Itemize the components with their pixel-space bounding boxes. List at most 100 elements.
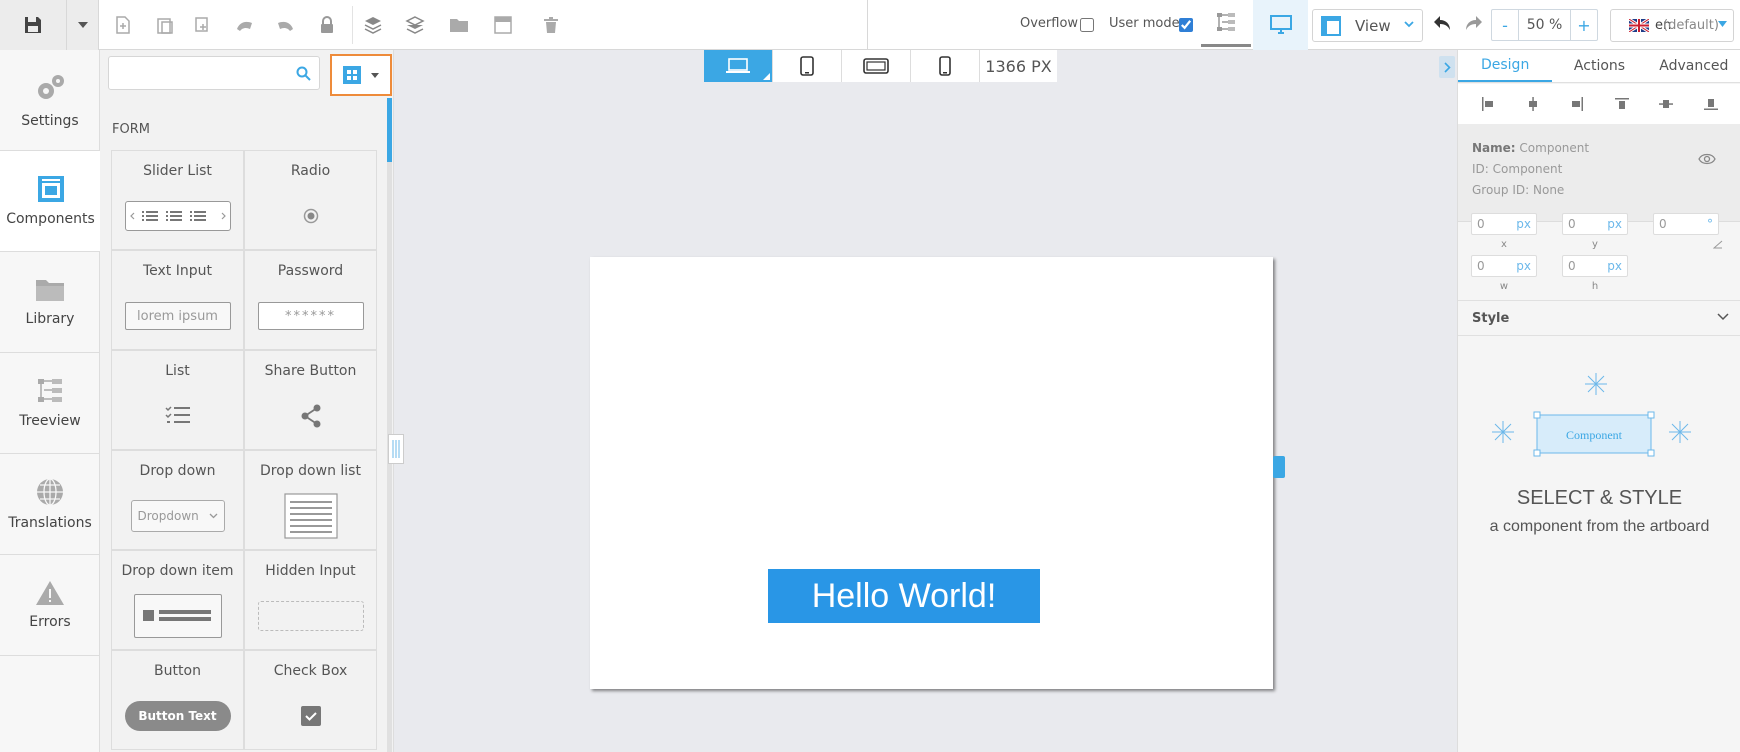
section-title: FORM [112,122,150,137]
globe-icon [37,478,63,506]
uk-flag-icon [1629,19,1649,32]
caret-down-icon [1718,21,1727,27]
nav-item-settings[interactable]: Settings [0,50,100,151]
tile-text-input[interactable]: Text Input lorem ipsum [111,250,244,350]
text-input-preview: lorem ipsum [124,302,231,330]
x-position-input[interactable]: 0 px [1471,213,1537,235]
tile-button[interactable]: Button Button Text [111,650,244,750]
tile-drop-down-list[interactable]: Drop down list [244,450,377,550]
device-bar: 1366 PX [704,50,1057,82]
width-input[interactable]: 0 px [1471,255,1537,277]
id-label: ID: [1472,162,1489,176]
x-unit: px [1516,217,1531,231]
search-icon[interactable] [296,66,311,81]
rotation-value: 0 [1659,217,1667,231]
style-section-header[interactable]: Style [1458,300,1740,336]
language-select[interactable]: en (default) [1610,9,1734,42]
h-unit: px [1607,259,1622,273]
artboard-resize-handle[interactable] [1273,456,1285,478]
tile-hidden-input[interactable]: Hidden Input [244,550,377,650]
zoom-in-button[interactable]: + [1571,10,1597,40]
grid-view-toggle[interactable] [330,54,392,96]
tree-structure-icon [1217,13,1235,31]
css-button[interactable] [488,0,518,50]
save-options-caret[interactable] [66,0,99,50]
view-mode-select[interactable]: View [1312,9,1423,42]
height-input[interactable]: 0 px [1562,255,1628,277]
grid-icon [343,66,361,84]
folder-arrow-icon [450,19,468,32]
redo-icon[interactable] [1464,14,1484,32]
component-search-input[interactable] [109,57,289,89]
tile-drop-down-item[interactable]: Drop down item [111,550,244,650]
usermode-checkbox[interactable] [1179,18,1193,32]
align-bottom-icon[interactable] [1703,97,1718,111]
paste-button[interactable] [150,0,180,50]
device-tablet-landscape-button[interactable] [842,50,911,82]
select-style-subtitle: a component from the artboard [1489,518,1710,535]
align-top-icon[interactable] [1614,97,1629,111]
undo-link-button[interactable] [230,0,260,50]
y-position-input[interactable]: 0 px [1562,213,1628,235]
zoom-out-button[interactable]: - [1492,10,1518,40]
new-page-button[interactable] [108,0,138,50]
hello-world-button[interactable]: Hello World! [768,569,1040,623]
panel-resize-handle[interactable] [388,434,404,464]
artboard[interactable]: Hello World! [590,257,1273,689]
chevron-down-icon [1404,21,1414,28]
tile-label: Drop down list [260,463,361,479]
visibility-eye-icon[interactable] [1698,153,1716,165]
lock-button[interactable] [312,0,342,50]
nav-item-library[interactable]: Library [0,252,100,353]
overflow-checkbox[interactable] [1080,18,1094,32]
treeview-toggle[interactable] [1201,0,1251,47]
align-middle-v-icon[interactable] [1659,97,1674,111]
folder-icon [36,280,64,301]
bring-forward-button[interactable] [358,0,388,50]
nav-item-translations[interactable]: Translations [0,454,100,555]
nav-item-errors[interactable]: Errors [0,555,100,656]
align-center-h-icon[interactable] [1526,97,1540,111]
delete-button[interactable] [536,0,566,50]
tile-drop-down[interactable]: Drop down Dropdown [111,450,244,550]
panel-scrollbar[interactable] [387,98,392,752]
zoom-value[interactable]: 50 % [1518,10,1571,40]
illustration-component-label: Component [1566,428,1623,442]
duplicate-button[interactable] [188,0,218,50]
align-left-icon[interactable] [1481,97,1495,111]
h-label: h [1591,281,1599,292]
undo-icon[interactable] [1432,14,1452,32]
layout-icon [1321,15,1341,36]
device-width-readout: 1366 PX [980,50,1057,82]
tab-advanced[interactable]: Advanced [1647,50,1740,82]
move-to-folder-button[interactable] [444,0,474,50]
tile-slider-list[interactable]: Slider List [111,150,244,250]
desktop-view-toggle[interactable] [1253,0,1308,50]
device-tablet-button[interactable] [773,50,842,82]
dropdown-preview: Dropdown [130,500,225,532]
nav-item-treeview[interactable]: Treeview [0,353,100,454]
nav-item-components[interactable]: Components [0,151,101,252]
device-laptop-button[interactable] [704,50,773,82]
save-button[interactable] [0,0,66,50]
button-preview: Button Text [124,701,231,731]
tile-check-box[interactable]: Check Box [244,650,377,750]
tab-actions[interactable]: Actions [1552,50,1646,82]
tile-share-button[interactable]: Share Button [244,350,377,450]
tab-design[interactable]: Design [1458,50,1553,82]
send-backward-button[interactable] [400,0,430,50]
nav-label: Components [6,211,95,227]
align-right-icon[interactable] [1570,97,1584,111]
panel-scrollbar-thumb[interactable] [387,98,392,162]
tile-list[interactable]: List [111,350,244,450]
caret-down-icon [371,72,379,78]
hand-flip-icon [278,21,293,31]
device-phone-button[interactable] [911,50,980,82]
redo-link-button[interactable] [270,0,300,50]
tile-radio[interactable]: Radio [244,150,377,250]
canvas-area: 1366 PX Hello World! [388,50,1457,752]
tile-password[interactable]: Password ****** [244,250,377,350]
collapse-right-panel-button[interactable] [1439,56,1455,78]
rotation-input[interactable]: 0 ° [1653,213,1719,235]
name-label: Name: [1472,141,1516,155]
